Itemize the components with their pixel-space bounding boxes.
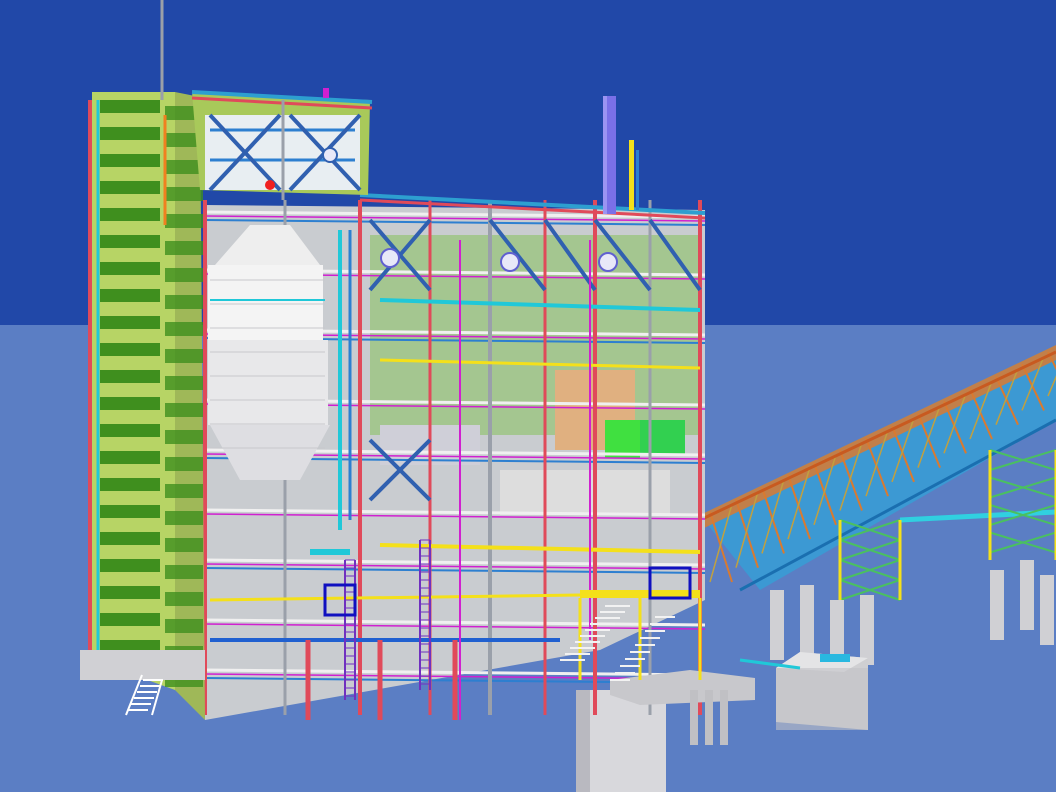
electrical-enclosure[interactable] — [776, 652, 868, 730]
concrete-pier — [576, 690, 666, 792]
upper-penthouse[interactable] — [191, 88, 373, 200]
plant-model-scene[interactable] — [0, 0, 1056, 792]
process-vessel[interactable] — [208, 225, 330, 480]
stair-tower[interactable] — [80, 92, 205, 720]
3d-model-viewport[interactable] — [0, 0, 1056, 792]
